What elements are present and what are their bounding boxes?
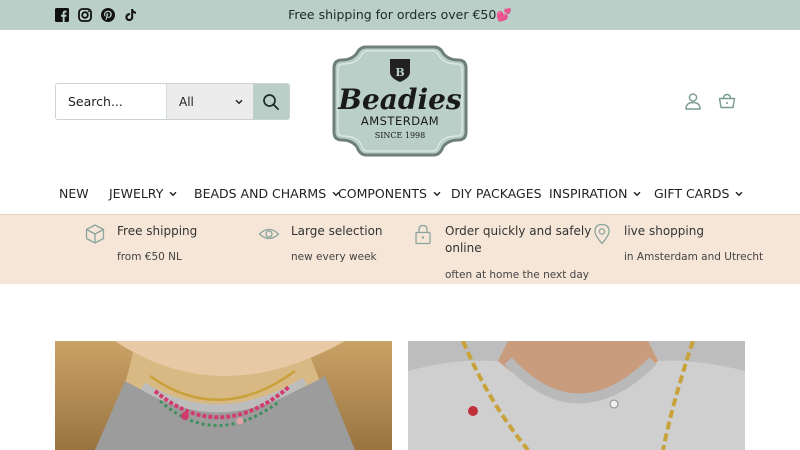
usp-title: live shopping (624, 224, 704, 238)
nav-item-inspiration[interactable]: INSPIRATION (549, 186, 641, 201)
nav-item-label: JEWELRY (109, 186, 164, 201)
usp-subtitle: from €50 NL (117, 251, 182, 263)
chevron-down-icon (433, 191, 441, 196)
usp-title: Order quickly and safely online (445, 223, 591, 257)
usp-title: Free shipping (117, 224, 198, 238)
main-nav: NEW JEWELRY BEADS AND CHARMS COMPONENTS … (0, 186, 800, 202)
usp-title-line: online (445, 241, 482, 255)
usp-bar: Free shipping from €50 NL Large selectio… (0, 214, 800, 284)
nav-item-new[interactable]: NEW (59, 186, 89, 201)
chain-photo-image (408, 341, 745, 450)
search-bar: All (55, 83, 290, 120)
search-button[interactable] (252, 84, 289, 119)
nav-item-label: NEW (59, 186, 89, 201)
nav-item-jewelry[interactable]: JEWELRY (109, 186, 177, 201)
nav-item-gift-cards[interactable]: GIFT CARDS (654, 186, 743, 201)
chevron-down-icon (235, 99, 243, 104)
nav-item-label: BEADS AND CHARMS (194, 186, 327, 201)
nav-item-label: DIY PACKAGES (451, 186, 542, 201)
usp-title: Large selection (291, 224, 383, 238)
chevron-down-icon (735, 191, 743, 196)
announcement-text: Free shipping for orders over €50💕 (288, 7, 512, 22)
usp-title-line: Order quickly and safely (445, 224, 592, 238)
nav-item-components[interactable]: COMPONENTS (338, 186, 441, 201)
site-logo[interactable]: B Beadies AMSTERDAM SINCE 1998 (326, 44, 474, 158)
eye-icon (258, 228, 280, 240)
product-photo-left[interactable] (55, 341, 392, 450)
nav-item-label: INSPIRATION (549, 186, 628, 201)
logo-city: AMSTERDAM (361, 114, 439, 128)
product-photo-right[interactable] (408, 341, 745, 450)
location-pin-icon (594, 223, 610, 245)
nav-item-label: GIFT CARDS (654, 186, 730, 201)
usp-item-large-selection: Large selection new every week (258, 223, 398, 279)
search-category-value: All (179, 94, 194, 109)
nav-item-label: COMPONENTS (338, 186, 427, 201)
nav-item-diy-packages[interactable]: DIY PACKAGES (451, 186, 542, 201)
box-icon (85, 224, 105, 244)
chevron-down-icon (169, 191, 177, 196)
usp-subtitle: in Amsterdam and Utrecht (624, 251, 764, 263)
cart-icon[interactable] (718, 92, 736, 110)
logo-name: Beadies (337, 83, 462, 116)
usp-subtitle: often at home the next day (445, 269, 589, 281)
logo-badge-letter: B (395, 66, 404, 79)
usp-subtitle: new every week (291, 251, 377, 263)
announcement-bar: Free shipping for orders over €50💕 (0, 0, 800, 30)
nav-item-beads-and-charms[interactable]: BEADS AND CHARMS (194, 186, 340, 201)
search-icon (263, 93, 279, 110)
usp-item-live-shopping: live shopping in Amsterdam and Utrecht (591, 223, 764, 279)
logo-since: SINCE 1998 (375, 131, 426, 140)
account-icon[interactable] (684, 92, 702, 110)
usp-item-order-quickly: Order quickly and safely online often at… (412, 223, 591, 283)
lock-icon (415, 224, 431, 245)
chevron-down-icon (633, 191, 641, 196)
search-category-select[interactable]: All (166, 84, 253, 119)
necklace-photo-image (55, 341, 392, 450)
usp-item-free-shipping: Free shipping from €50 NL (84, 223, 234, 279)
search-input[interactable] (56, 84, 166, 119)
